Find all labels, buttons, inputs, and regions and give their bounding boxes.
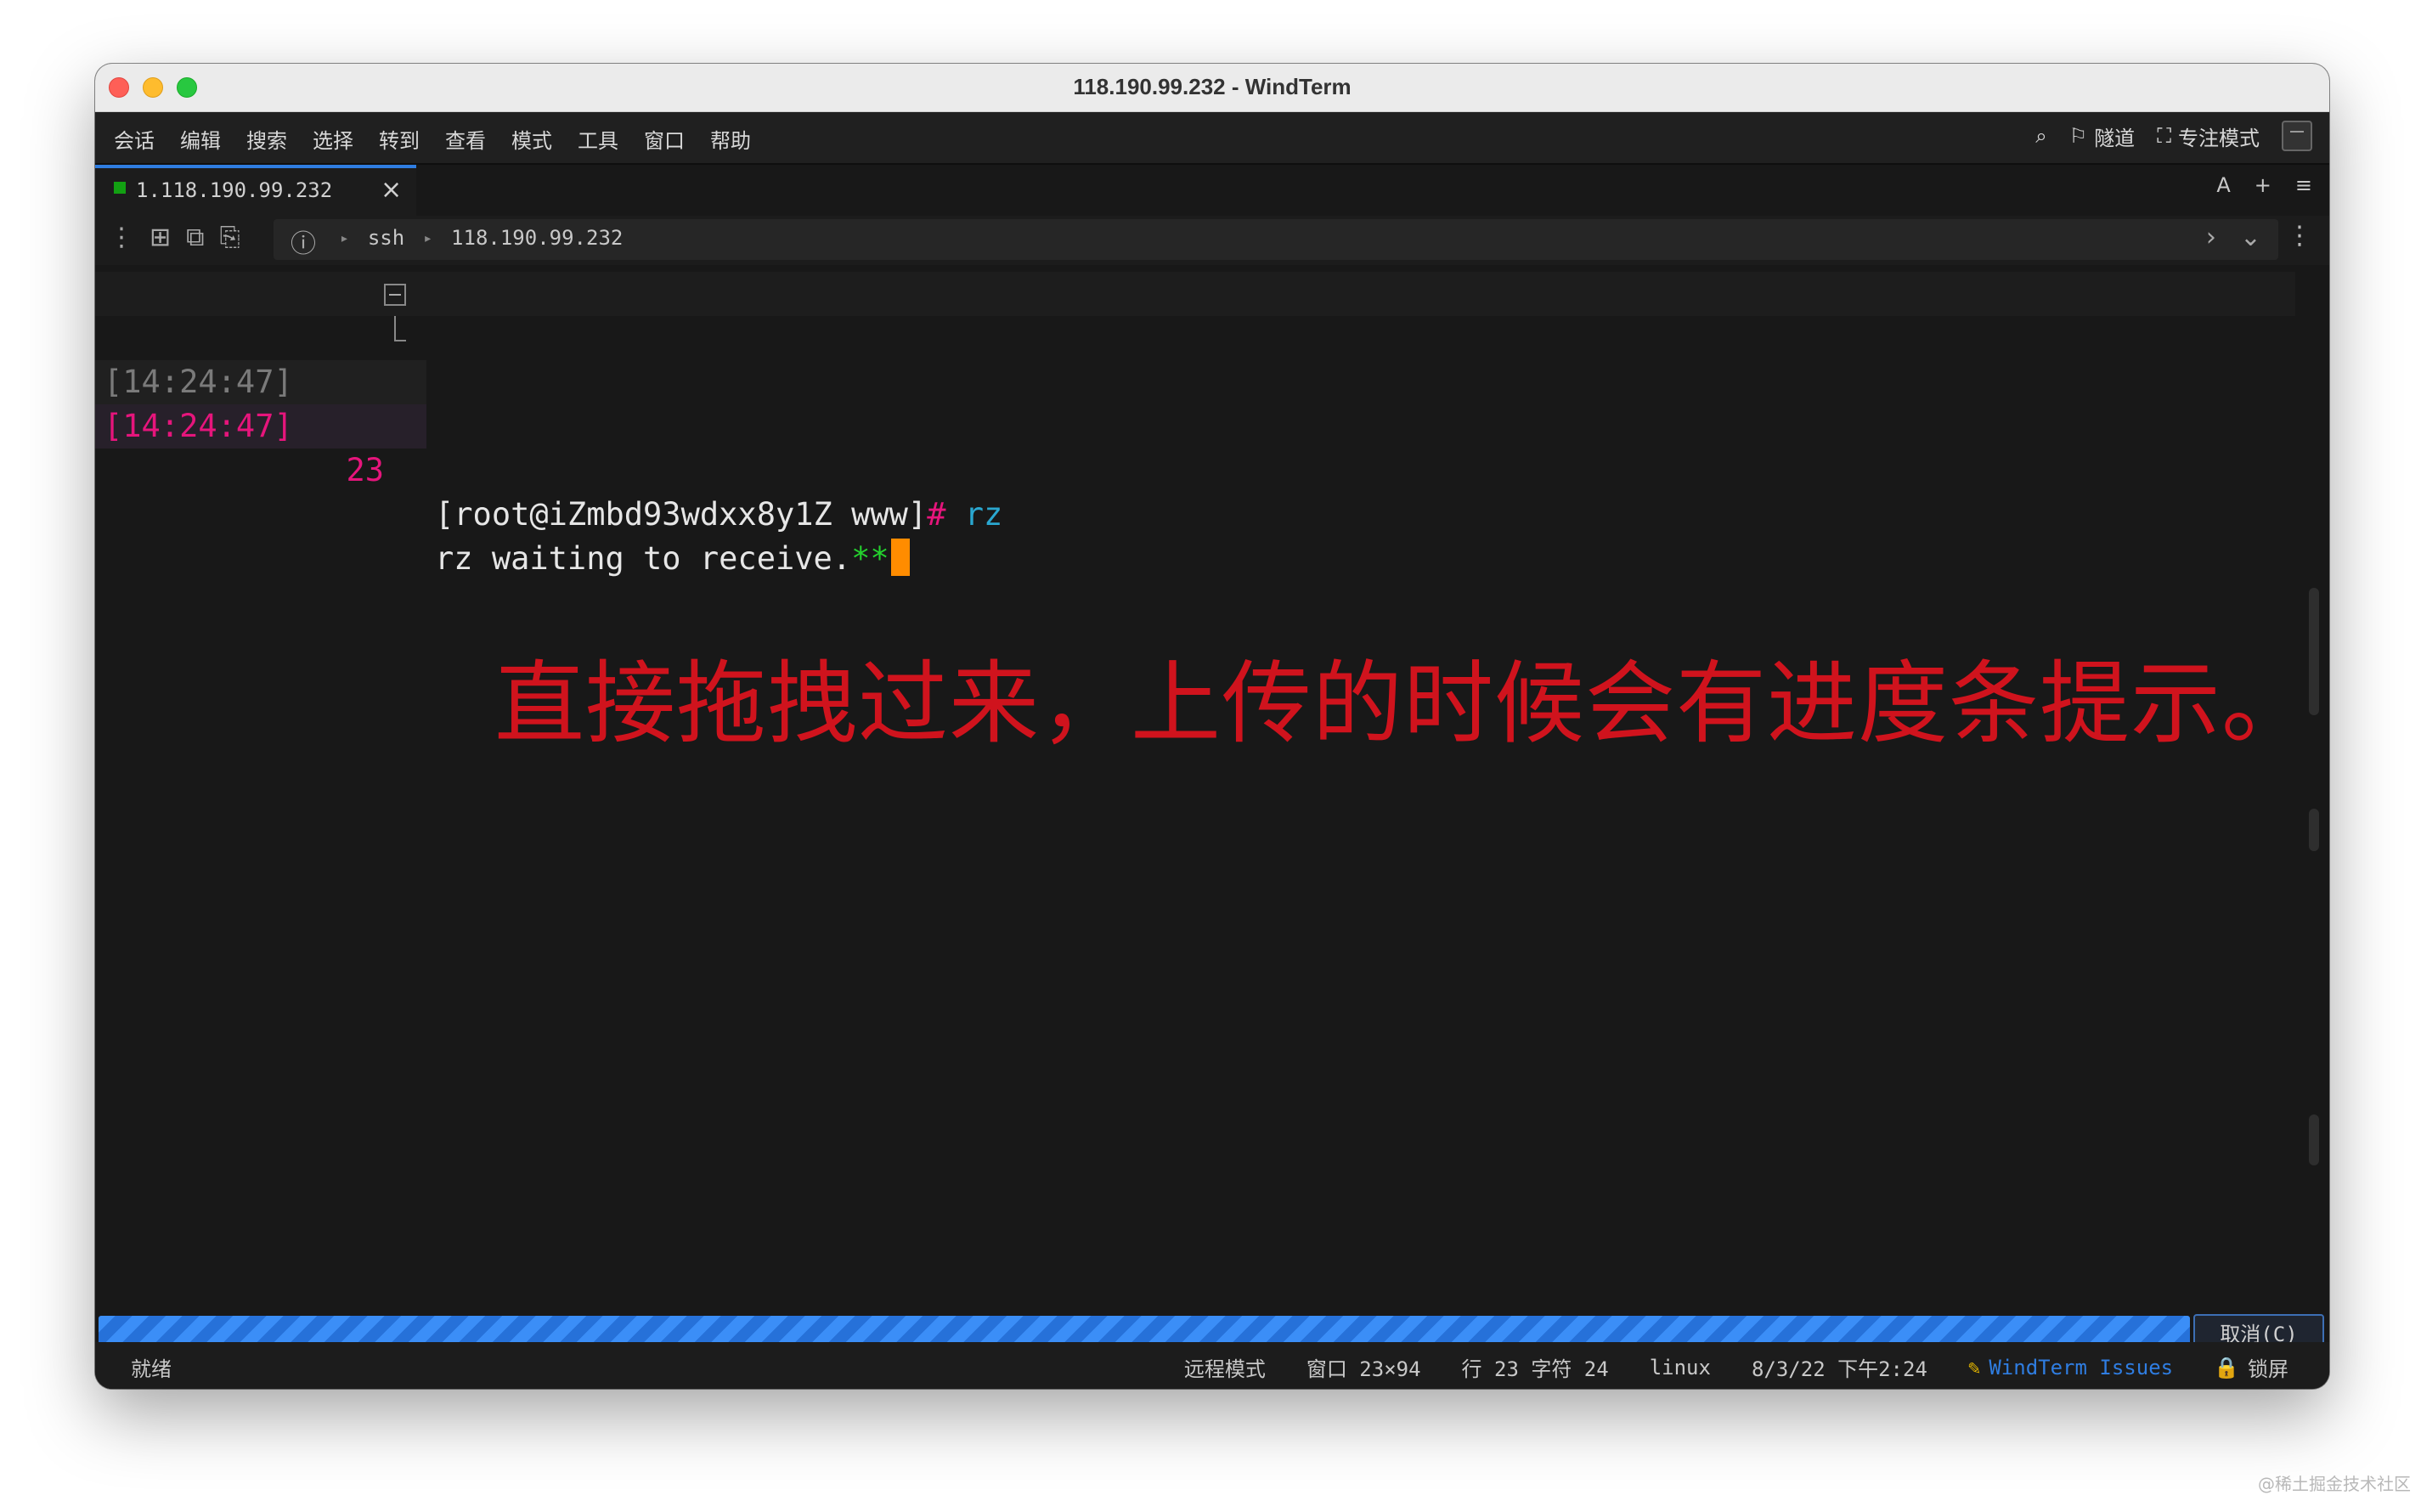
session-toolbar: ⋮ ⊞ ⧉ ⎘ ⓘ ▸ ssh ▸ 118.190.99.232 › ⌄ ⋮ [95,216,2329,265]
tab-bar: 1.118.190.99.232 × A + ≡ [95,165,2329,216]
chevron-down-icon[interactable]: ⌄ [2240,223,2261,252]
menu-bar: 会话 编辑 搜索 选择 转到 查看 模式 工具 窗口 帮助 ⌕ ⚐ 隧道 ⛶ 专… [95,112,2329,165]
focus-icon: ⛶ [2157,124,2171,148]
chevron-right-icon[interactable]: › [2206,223,2216,252]
drag-handle-icon[interactable]: ⋮ [109,223,134,252]
menu-select[interactable]: 选择 [313,124,353,154]
output-line-text: rz waiting to receive.** [435,537,910,581]
watermark: @稀土掘金技术社区 [2258,1474,2411,1494]
prompt-hash: # [927,496,946,533]
window-title: 118.190.99.232 - WindTerm [1073,74,1352,99]
status-cursor-position[interactable]: 行 23 字符 24 [1462,1352,1609,1382]
layout-toggle-icon[interactable] [2282,121,2312,151]
line-timestamp: [14:24:47] [104,408,293,444]
command-text: rz [945,496,1003,533]
lock-screen[interactable]: 🔒 锁屏 [2214,1352,2288,1382]
status-ready: 就绪 [131,1357,172,1381]
scrollbar-thumb[interactable] [2309,588,2319,715]
status-bar: 就绪 远程模式 窗口 23×94 行 23 字符 24 linux 8/3/22… [95,1342,2329,1389]
lock-icon: 🔒 [2214,1355,2239,1379]
prompt-text: [root@iZmbd93wdxx8y1Z www] [435,496,928,533]
new-tab-icon[interactable]: + [2255,173,2271,197]
address-path: ▸ ssh ▸ 118.190.99.232 [340,226,623,250]
focus-mode-button[interactable]: ⛶ 专注模式 [2157,121,2260,151]
scrollbar-marker [2309,809,2319,851]
pen-icon: ✎ [1967,1355,1981,1379]
text-cursor [890,539,910,576]
command-line-text: [root@iZmbd93wdxx8y1Z www]# rz [435,493,1002,537]
tab-bar-tools: A + ≡ [2216,173,2312,197]
close-tab-icon[interactable]: × [381,175,402,205]
status-issues[interactable]: ✎ WindTerm Issues [1968,1356,2173,1379]
menu-search[interactable]: 搜索 [246,124,287,154]
terminal-line: [14:24:47] 23 rz waiting to receive.** [95,316,2295,577]
menu-tools[interactable]: 工具 [578,124,618,154]
annotation-text: 直接拖拽过来，上传的时候会有进度条提示。 [494,652,2312,756]
focus-mode-label: 专注模式 [2178,126,2260,150]
address-bar-actions: › ⌄ [2206,223,2261,252]
lock-label: 锁屏 [2248,1357,2288,1381]
session-settings-icon[interactable]: ⎘ [220,223,240,252]
menu-edit[interactable]: 编辑 [180,124,221,154]
title-bar: 118.190.99.232 - WindTerm [95,64,2329,112]
session-tab-label: 1.118.190.99.232 [136,178,333,202]
info-icon[interactable]: ⓘ [291,223,316,260]
session-tab[interactable]: 1.118.190.99.232 × [95,165,416,216]
fold-toggle-icon[interactable] [384,284,406,306]
address-bar[interactable]: ⓘ ▸ ssh ▸ 118.190.99.232 › ⌄ [274,219,2278,260]
fold-tree-icon [394,316,406,341]
output-text: rz waiting to receive. [435,540,852,577]
menu-view[interactable]: 查看 [445,124,486,154]
menu-session[interactable]: 会话 [114,124,155,154]
menu-window[interactable]: 窗口 [644,124,685,154]
toolbar-icons: ⋮ ⊞ ⧉ ⎘ [109,223,240,252]
breadcrumb-arrow-icon: ▸ [340,229,349,247]
status-os[interactable]: linux [1650,1356,1711,1379]
menu-help[interactable]: 帮助 [710,124,751,154]
tunnel-button[interactable]: ⚐ 隧道 [2069,121,2136,151]
status-window-size[interactable]: 窗口 23×94 [1306,1352,1421,1382]
more-options-icon[interactable]: ⋮ [2287,221,2312,251]
tab-menu-icon[interactable]: ≡ [2295,173,2312,197]
windterm-window: 118.190.99.232 - WindTerm 会话 编辑 搜索 选择 转到… [95,64,2329,1389]
menu-mode[interactable]: 模式 [511,124,552,154]
issues-link[interactable]: WindTerm Issues [1989,1356,2173,1379]
status-right: 远程模式 窗口 23×94 行 23 字符 24 linux 8/3/22 下午… [1184,1352,2288,1382]
search-icon[interactable]: ⌕ [2035,124,2046,148]
tunnel-label: 隧道 [2094,126,2136,150]
address-host[interactable]: 118.190.99.232 [451,226,623,250]
address-protocol[interactable]: ssh [368,226,404,250]
menu-items: 会话 编辑 搜索 选择 转到 查看 模式 工具 窗口 帮助 [114,124,751,154]
scrollbar-marker [2309,1114,2319,1165]
new-session-icon[interactable]: ⊞ [150,223,171,252]
terminal-line: [14:24:47] 22 [root@iZmbd93wdxx8y1Z www]… [95,272,2295,533]
line-number: 23 [346,452,384,488]
terminal-view[interactable]: [14:24:47] 22 [root@iZmbd93wdxx8y1Z www]… [95,265,2329,1313]
flag-icon: ⚐ [2068,124,2088,148]
duplicate-session-icon[interactable]: ⧉ [186,223,204,252]
breadcrumb-arrow-icon: ▸ [423,229,433,247]
menu-right-tools: ⌕ ⚐ 隧道 ⛶ 专注模式 [2035,121,2312,151]
output-stars: ** [851,540,889,577]
status-datetime: 8/3/22 下午2:24 [1751,1357,1927,1381]
connection-status-icon [114,182,126,194]
status-mode[interactable]: 远程模式 [1184,1352,1266,1382]
font-icon[interactable]: A [2216,173,2230,197]
menu-goto[interactable]: 转到 [379,124,420,154]
